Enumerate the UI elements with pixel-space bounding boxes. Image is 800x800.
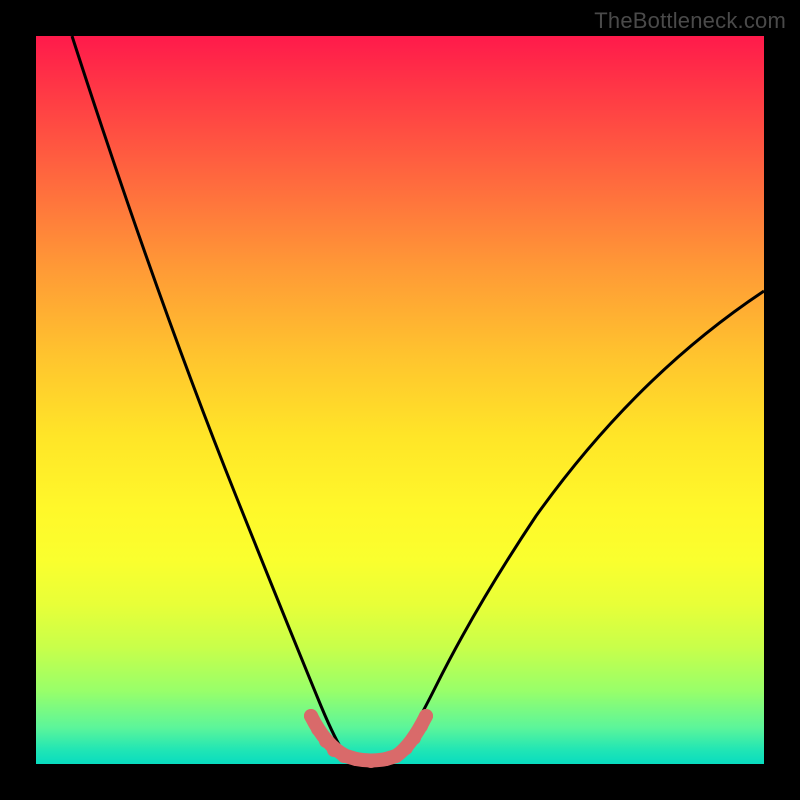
curve-layer <box>36 36 764 764</box>
curve-right-arm <box>396 291 764 756</box>
curve-left-arm <box>72 36 346 756</box>
chart-frame: TheBottleneck.com <box>0 0 800 800</box>
plot-area <box>36 36 764 764</box>
watermark-text: TheBottleneck.com <box>594 8 786 34</box>
highlight-dots <box>304 709 433 768</box>
